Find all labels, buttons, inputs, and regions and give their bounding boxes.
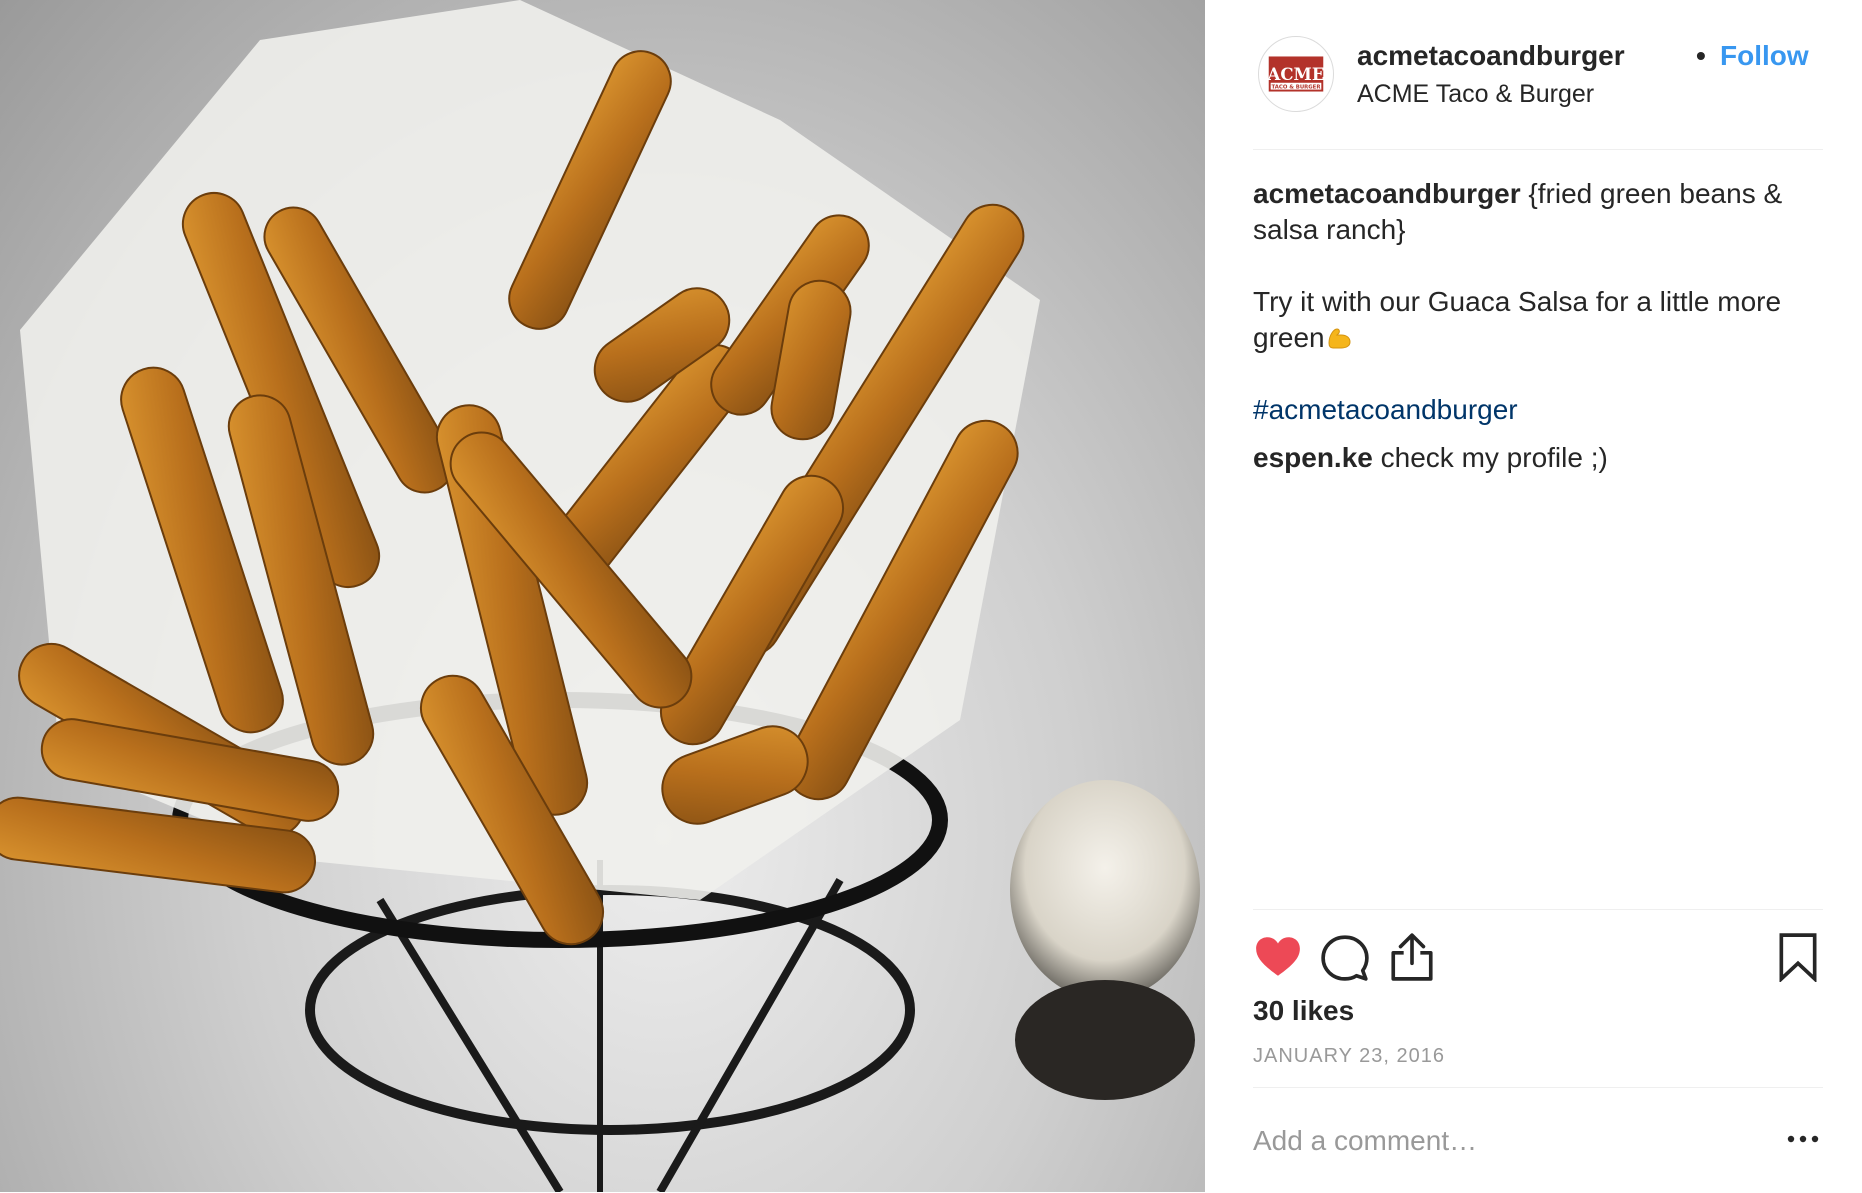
like-count[interactable]: 30 likes xyxy=(1253,995,1354,1027)
post-photo[interactable] xyxy=(0,0,1205,1192)
speech-bubble-icon xyxy=(1321,935,1369,981)
location-link[interactable]: ACME Taco & Burger xyxy=(1357,80,1594,109)
post-header: ACME TACO & BURGER acmetacoandburger • F… xyxy=(1253,33,1823,150)
comment-input[interactable] xyxy=(1253,1118,1753,1164)
comment-button[interactable] xyxy=(1320,932,1370,982)
heart-filled-icon xyxy=(1256,937,1300,976)
hashtag-link[interactable]: #acmetacoandburger xyxy=(1253,392,1823,428)
ellipsis-icon xyxy=(1787,1135,1819,1143)
more-options-button[interactable] xyxy=(1783,1124,1823,1154)
share-button[interactable] xyxy=(1387,932,1437,982)
comment: espen.ke check my profile ;) xyxy=(1253,440,1823,476)
avatar[interactable]: ACME TACO & BURGER xyxy=(1258,36,1334,112)
post-side-panel: ACME TACO & BURGER acmetacoandburger • F… xyxy=(1205,0,1862,1192)
instagram-post: ACME TACO & BURGER acmetacoandburger • F… xyxy=(0,0,1862,1192)
header-separator: • xyxy=(1696,40,1706,71)
caption: acmetacoandburger {fried green beans & s… xyxy=(1253,176,1823,476)
comment-box xyxy=(1253,1087,1823,1193)
fried-green-beans-photo xyxy=(0,0,1200,1192)
acme-logo: ACME TACO & BURGER xyxy=(1267,56,1325,92)
follow-button[interactable]: Follow xyxy=(1720,40,1809,72)
caption-line2-row: Try it with our Guaca Salsa for a little… xyxy=(1253,284,1823,356)
share-upload-icon xyxy=(1391,933,1433,981)
bookmark-icon xyxy=(1779,933,1817,982)
svg-text:TACO & BURGER: TACO & BURGER xyxy=(1272,85,1322,91)
post-date[interactable]: January 23, 2016 xyxy=(1253,1045,1445,1068)
comment-username[interactable]: espen.ke xyxy=(1253,442,1373,473)
caption-username[interactable]: acmetacoandburger xyxy=(1253,178,1521,209)
post-actions: 30 likes January 23, 2016 xyxy=(1253,909,1823,1088)
caption-main: acmetacoandburger {fried green beans & s… xyxy=(1253,176,1823,248)
header-username[interactable]: acmetacoandburger xyxy=(1357,40,1625,72)
like-button[interactable] xyxy=(1253,932,1303,982)
comment-text: check my profile ;) xyxy=(1372,442,1608,473)
save-button[interactable] xyxy=(1773,932,1823,982)
svg-text:ACME: ACME xyxy=(1267,64,1325,84)
flexed-biceps-emoji xyxy=(1325,323,1353,351)
